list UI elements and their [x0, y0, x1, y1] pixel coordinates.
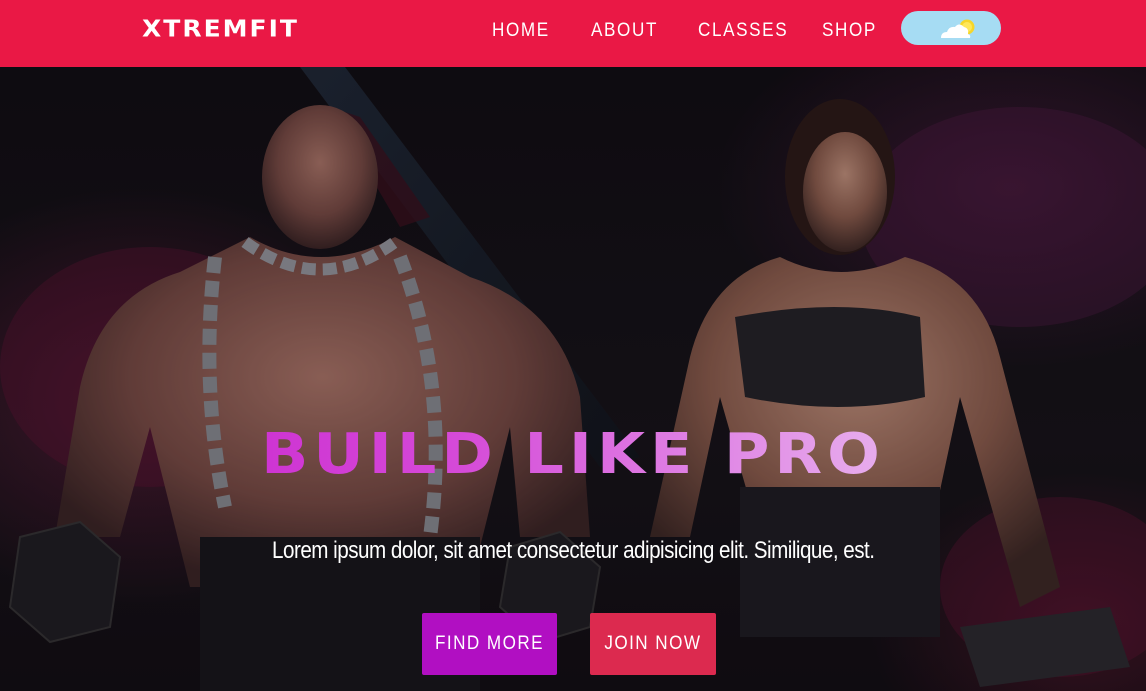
join-now-button[interactable]: JOIN NOW	[590, 613, 716, 675]
hero-description: Lorem ipsum dolor, sit amet consectetur …	[0, 537, 1146, 565]
join-now-label: JOIN NOW	[604, 633, 702, 654]
find-more-button[interactable]: FIND MORE	[422, 613, 557, 675]
navbar: XTREMFIT HOME ABOUT CLASSES SHOP	[0, 0, 1146, 67]
hero-section: BUILD LIKE PRO Lorem ipsum dolor, sit am…	[0, 67, 1146, 691]
find-more-label: FIND MORE	[435, 633, 544, 654]
nav-link-home[interactable]: HOME	[492, 20, 550, 42]
hero-description-text: Lorem ipsum dolor, sit amet consectetur …	[271, 537, 875, 564]
nav-link-about[interactable]: ABOUT	[591, 20, 658, 42]
partly-sunny-icon	[941, 19, 975, 38]
theme-toggle-button[interactable]	[901, 11, 1001, 45]
nav-link-shop[interactable]: SHOP	[822, 20, 877, 42]
hero-overlay	[0, 67, 1146, 691]
nav-link-classes[interactable]: CLASSES	[698, 20, 788, 42]
hero-title: BUILD LIKE PRO	[0, 422, 1146, 486]
